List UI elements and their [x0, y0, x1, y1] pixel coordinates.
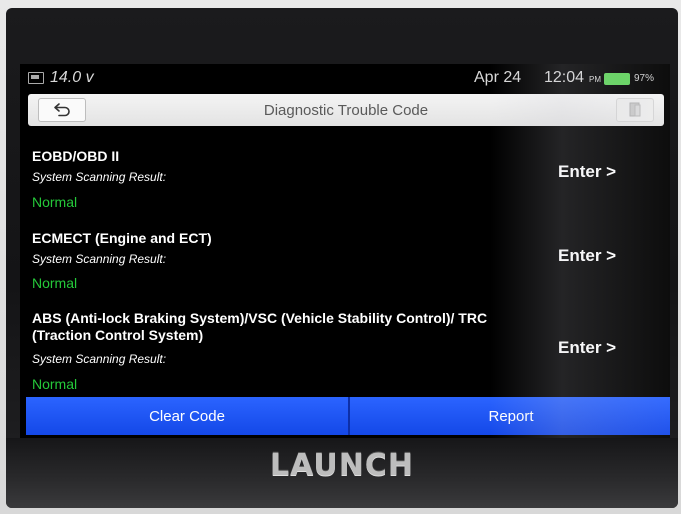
title-bar: Diagnostic Trouble Code [28, 94, 664, 126]
list-item: EOBD/OBD II System Scanning Result: Norm… [20, 142, 670, 212]
scan-result-label: System Scanning Result: [32, 170, 167, 184]
status-badge: Normal [32, 275, 78, 291]
voltage-readout: 14.0 v [50, 69, 94, 86]
status-ampm: PM [589, 75, 601, 84]
enter-button[interactable]: Enter > [558, 246, 616, 266]
exit-door-icon [629, 102, 641, 117]
report-button[interactable]: Report [348, 397, 670, 435]
exit-button[interactable] [616, 98, 654, 122]
device-screen: 14.0 v Apr 24 12:04 PM 97% Diagnostic Tr… [20, 64, 670, 440]
battery-percent: 97% [634, 73, 655, 84]
page-title: Diagnostic Trouble Code [263, 102, 429, 119]
battery-icon [604, 73, 630, 85]
list-item: ECMECT (Engine and ECT) System Scanning … [20, 224, 670, 294]
list-item: ABS (Anti-lock Braking System)/VSC (Vehi… [20, 306, 670, 394]
status-badge: Normal [32, 194, 78, 210]
action-bar: Clear Code Report [26, 397, 670, 435]
enter-button[interactable]: Enter > [558, 338, 616, 358]
status-badge: Normal [32, 376, 78, 392]
system-name: EOBD/OBD II [32, 148, 120, 164]
brand-logo: LAUNCH [269, 448, 414, 483]
system-name: ABS (Anti-lock Braking System)/VSC (Vehi… [32, 310, 488, 343]
scan-result-label: System Scanning Result: [32, 252, 167, 266]
scan-result-label: System Scanning Result: [32, 352, 167, 366]
status-time: 12:04 [544, 69, 585, 86]
device-frame: 14.0 v Apr 24 12:04 PM 97% Diagnostic Tr… [6, 8, 678, 508]
enter-button[interactable]: Enter > [558, 162, 616, 182]
status-bar: 14.0 v Apr 24 12:04 PM 97% [20, 64, 670, 94]
clear-code-button[interactable]: Clear Code [26, 397, 348, 435]
status-date: Apr 24 [474, 69, 522, 86]
battery-voltage-icon [28, 72, 44, 84]
system-name: ECMECT (Engine and ECT) [32, 230, 212, 246]
